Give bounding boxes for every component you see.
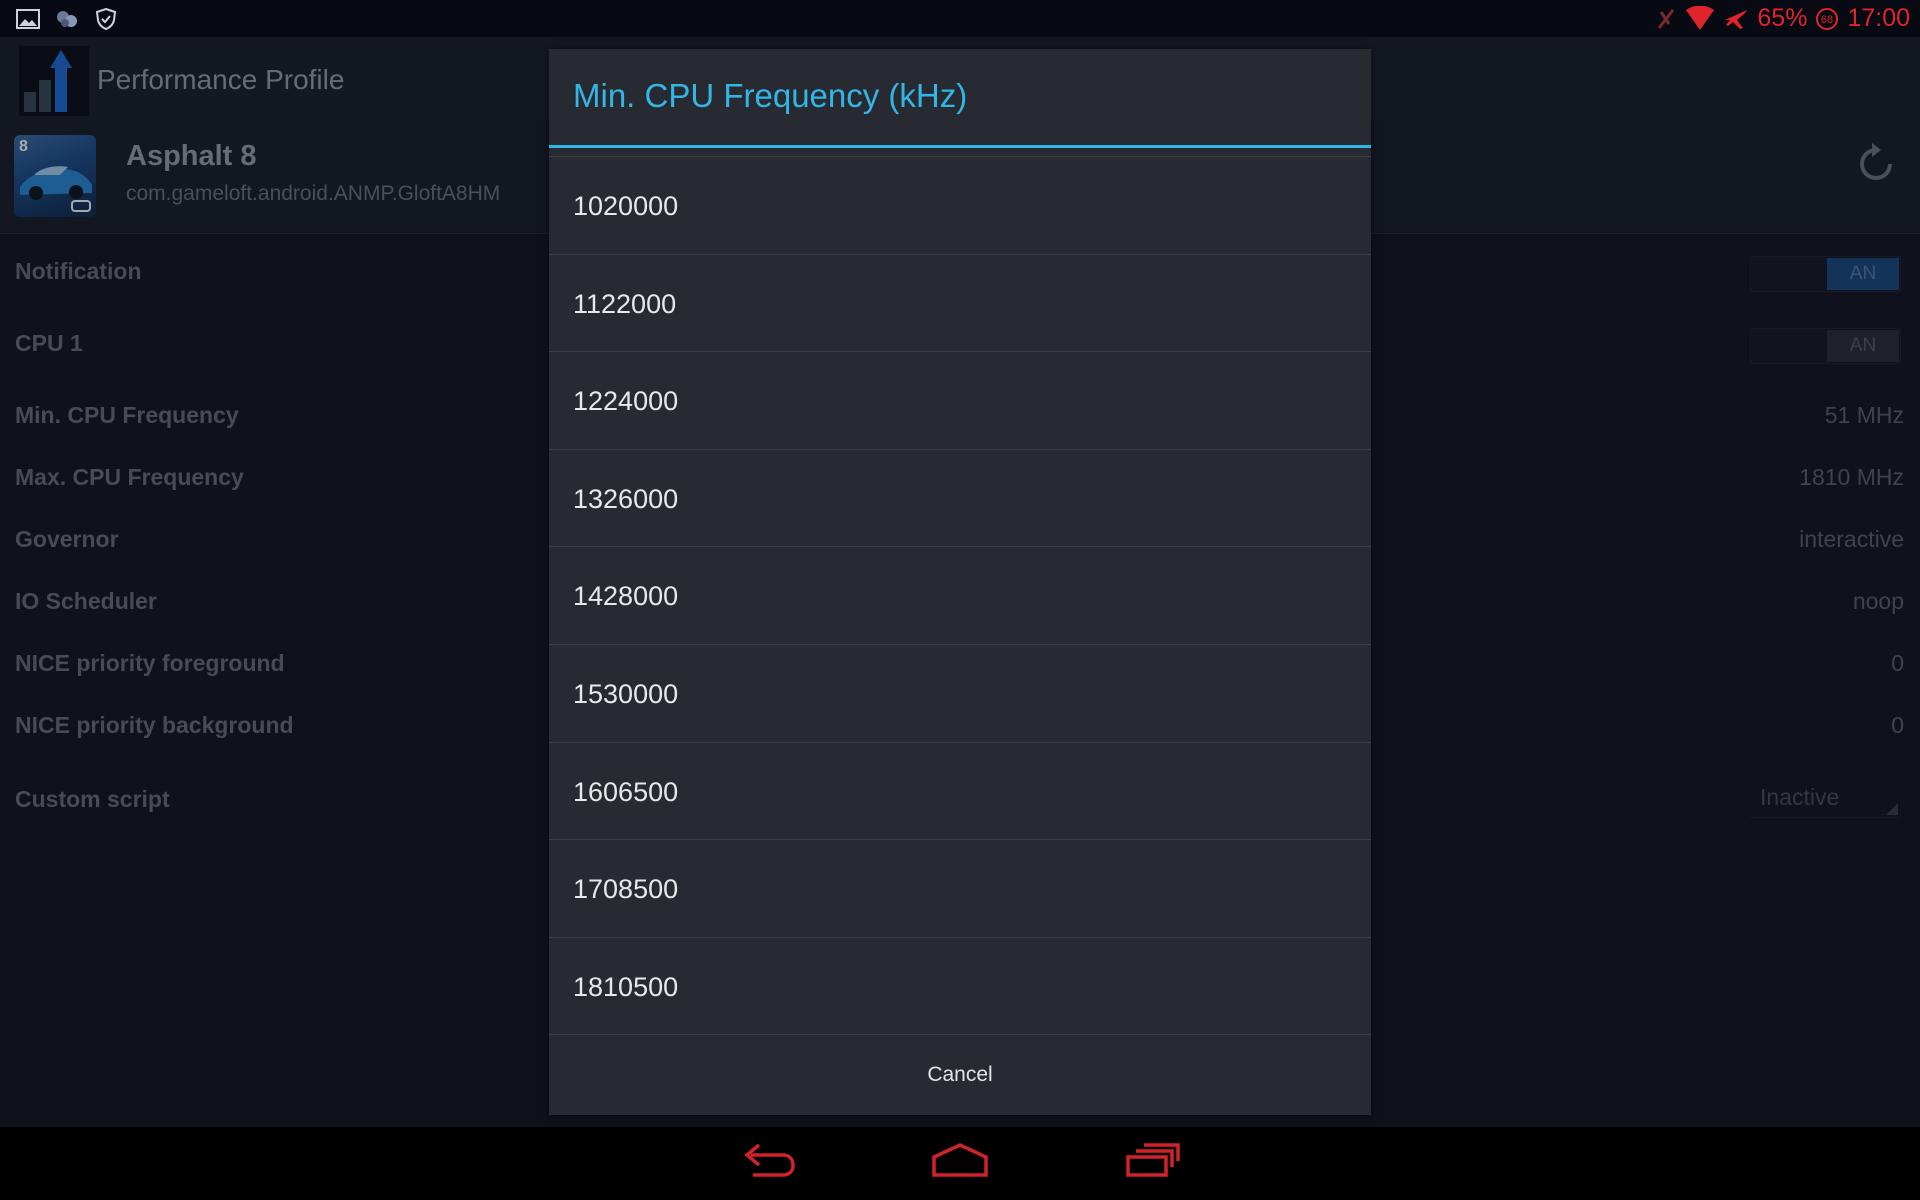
frequency-option[interactable]: 1326000 <box>549 448 1371 547</box>
notification-count: 68 <box>1821 14 1833 26</box>
clock: 17:00 <box>1847 4 1910 32</box>
cancel-button[interactable]: Cancel <box>549 1034 1371 1115</box>
frequency-option-label: 1428000 <box>573 581 679 612</box>
frequency-option[interactable]: 1708500 <box>549 839 1371 937</box>
frequency-option-label: 1530000 <box>573 678 679 709</box>
frequency-dialog: Min. CPU Frequency (kHz) 1020000 1122000 1… <box>549 49 1371 1115</box>
gallery-icon <box>16 9 40 29</box>
frequency-option-label: 1606500 <box>573 776 679 807</box>
rotation-lock-icon <box>1658 8 1675 29</box>
frequency-option-label: 1708500 <box>573 874 679 905</box>
shield-icon <box>95 7 117 31</box>
frequency-option-label: 1224000 <box>573 386 679 417</box>
frequency-option[interactable]: 1224000 <box>549 351 1371 449</box>
app-icon <box>57 11 77 27</box>
notification-badge-icon: 68 <box>1816 7 1839 30</box>
navigation-bar <box>0 1127 1920 1200</box>
frequency-option[interactable]: 1122000 <box>549 253 1371 352</box>
status-bar: 65% 68 17:00 <box>0 0 1920 37</box>
frequency-option-label: 1326000 <box>573 483 679 514</box>
screen: 65% 68 17:00 Performance Profile 8 Aspha… <box>0 0 1920 1200</box>
frequency-option[interactable]: 1428000 <box>549 546 1371 644</box>
airplane-mode-icon <box>1725 9 1748 29</box>
frequency-option-label: 1020000 <box>573 191 679 221</box>
dialog-title-divider <box>549 145 1371 148</box>
status-right: 65% 68 17:00 <box>1655 0 1910 37</box>
frequency-option-label: 1122000 <box>573 288 677 319</box>
dialog-title: Min. CPU Frequency (kHz) <box>573 77 968 114</box>
battery-percent: 65% <box>1757 4 1808 32</box>
frequency-option[interactable]: 1606500 <box>549 741 1371 840</box>
recent-apps-icon[interactable] <box>1124 1137 1184 1189</box>
wifi-icon <box>1686 5 1715 30</box>
home-icon[interactable] <box>930 1137 990 1189</box>
back-icon[interactable] <box>739 1137 799 1189</box>
frequency-option[interactable]: 1810500 <box>549 936 1371 1035</box>
frequency-option[interactable]: 1530000 <box>549 643 1371 742</box>
frequency-option[interactable]: 1020000 <box>549 156 1371 254</box>
option-list: 1020000 1122000 1224000 1326000 1428000 15300… <box>549 156 1371 1034</box>
frequency-option-label: 1810500 <box>573 971 679 1002</box>
